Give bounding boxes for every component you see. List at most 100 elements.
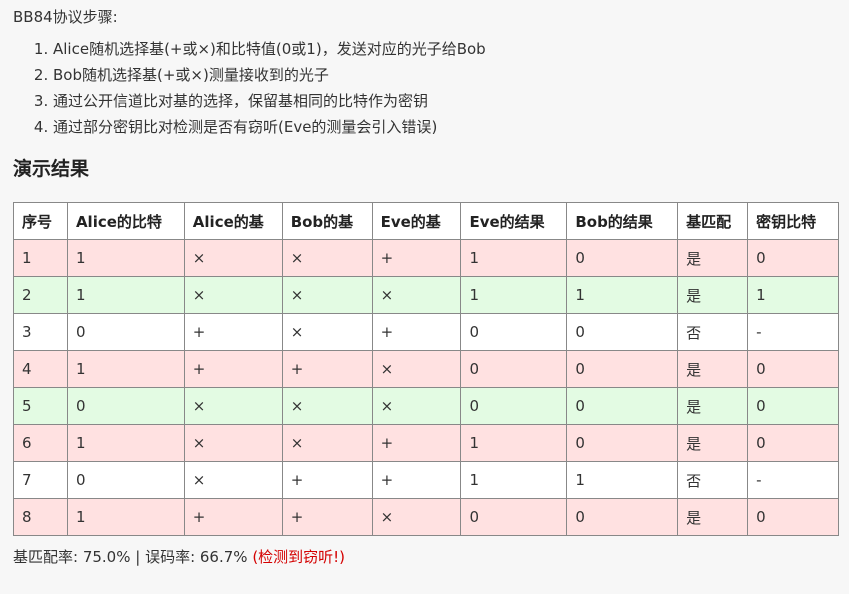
table-cell: × xyxy=(371,498,462,536)
table-cell: × xyxy=(281,276,373,314)
table-cell: 0 xyxy=(66,387,185,425)
eavesdrop-alert: (检测到窃听!) xyxy=(252,548,346,566)
header-cell: Alice的基 xyxy=(183,202,283,240)
table-cell: × xyxy=(183,424,283,462)
table-cell: + xyxy=(183,350,283,388)
table-cell: 0 xyxy=(566,239,679,277)
header-cell: 基匹配 xyxy=(677,202,749,240)
table-cell: + xyxy=(281,498,373,536)
table-header: 序号 Alice的比特 Alice的基 Bob的基 Eve的基 Eve的结果 B… xyxy=(13,202,839,240)
header-cell: 密钥比特 xyxy=(747,202,839,240)
table-cell: 1 xyxy=(566,276,679,314)
step-item: Alice随机选择基(+或×)和比特值(0或1)，发送对应的光子给Bob xyxy=(53,36,849,62)
table-row: 3 0 + × +0 0 否 - xyxy=(13,313,839,351)
table-cell: 0 xyxy=(566,387,679,425)
header-cell: Eve的结果 xyxy=(460,202,568,240)
summary-text: 基匹配率: 75.0% | 误码率: 66.7% xyxy=(13,548,253,566)
table-cell: × xyxy=(371,276,462,314)
table-cell: - xyxy=(747,461,839,499)
table-cell: + xyxy=(371,313,462,351)
table-cell: 是 xyxy=(677,498,749,536)
table-cell: 1 xyxy=(460,276,568,314)
table-cell: 0 xyxy=(460,498,568,536)
table-cell: × xyxy=(183,239,283,277)
table-cell: 0 xyxy=(460,313,568,351)
table-cell: × xyxy=(183,276,283,314)
table-cell: 1 xyxy=(66,498,185,536)
table-row: 7 0 × + +1 1 否 - xyxy=(13,461,839,499)
table-cell: 0 xyxy=(747,239,839,277)
table-cell: × xyxy=(371,387,462,425)
table-cell: 0 xyxy=(460,387,568,425)
table-cell: × xyxy=(183,461,283,499)
table-cell: × xyxy=(281,424,373,462)
table-cell: 6 xyxy=(13,424,68,462)
table-cell: 1 xyxy=(747,276,839,314)
table-cell: 0 xyxy=(66,461,185,499)
table-cell: 0 xyxy=(566,313,679,351)
table-cell: 0 xyxy=(66,313,185,351)
table-cell: 7 xyxy=(13,461,68,499)
table-cell: + xyxy=(281,350,373,388)
header-cell: Bob的基 xyxy=(281,202,373,240)
table-cell: 0 xyxy=(747,498,839,536)
table-body: 1 1 × × +1 0 是 0 2 1 × × × 1 1 是 1 3 0 + × +0 0 否 -4 1 + + × 0 0 是 0 5 0 × ×… xyxy=(13,239,839,536)
table-cell: 0 xyxy=(747,424,839,462)
table-cell: - xyxy=(747,313,839,351)
table-cell: + xyxy=(281,461,373,499)
table-cell: + xyxy=(183,498,283,536)
table-cell: 是 xyxy=(677,276,749,314)
table-row: 4 1 + + × 0 0 是 0 xyxy=(13,350,839,388)
table-cell: × xyxy=(281,239,373,277)
table-row: 2 1 × × × 1 1 是 1 xyxy=(13,276,839,314)
table-cell: 8 xyxy=(13,498,68,536)
step-item: 通过部分密钥比对检测是否有窃听(Eve的测量会引入错误) xyxy=(53,114,849,140)
header-cell: Eve的基 xyxy=(371,202,462,240)
table-cell: 2 xyxy=(13,276,68,314)
table-cell: 1 xyxy=(66,424,185,462)
table-cell: 是 xyxy=(677,424,749,462)
table-cell: 5 xyxy=(13,387,68,425)
table-cell: 是 xyxy=(677,350,749,388)
table-cell: × xyxy=(281,313,373,351)
table-cell: 3 xyxy=(13,313,68,351)
table-cell: + xyxy=(371,461,462,499)
table-cell: 0 xyxy=(566,498,679,536)
header-cell: Alice的比特 xyxy=(66,202,185,240)
table-cell: 0 xyxy=(566,350,679,388)
table-row: 8 1 + + × 0 0 是 0 xyxy=(13,498,839,536)
steps-list: Alice随机选择基(+或×)和比特值(0或1)，发送对应的光子给Bob Bob… xyxy=(13,36,849,140)
table-cell: + xyxy=(183,313,283,351)
table-cell: + xyxy=(371,239,462,277)
table-cell: 否 xyxy=(677,461,749,499)
table-cell: 1 xyxy=(13,239,68,277)
step-item: 通过公开信道比对基的选择，保留基相同的比特作为密钥 xyxy=(53,88,849,114)
table-cell: 否 xyxy=(677,313,749,351)
table-cell: 是 xyxy=(677,387,749,425)
summary-line: 基匹配率: 75.0% | 误码率: 66.7% (检测到窃听!) xyxy=(13,546,849,568)
intro-text: BB84协议步骤: xyxy=(13,8,118,26)
table-cell: 1 xyxy=(66,350,185,388)
table-cell: × xyxy=(183,387,283,425)
table-cell: 是 xyxy=(677,239,749,277)
table-cell: 1 xyxy=(460,239,568,277)
table-cell: 1 xyxy=(460,424,568,462)
table-row: 5 0 × × × 0 0 是 0 xyxy=(13,387,839,425)
table-cell: × xyxy=(371,350,462,388)
section-title: 演示结果 xyxy=(13,158,90,180)
table-row: 1 1 × × +1 0 是 0 xyxy=(13,239,839,277)
header-row: 序号 Alice的比特 Alice的基 Bob的基 Eve的基 Eve的结果 B… xyxy=(13,202,839,240)
table-cell: 4 xyxy=(13,350,68,388)
table-cell: + xyxy=(371,424,462,462)
table-cell: 0 xyxy=(747,387,839,425)
table-cell: 1 xyxy=(66,239,185,277)
bb84-document: BB84协议步骤: Alice随机选择基(+或×)和比特值(0或1)，发送对应的… xyxy=(0,0,849,568)
table-cell: 0 xyxy=(566,424,679,462)
table-cell: × xyxy=(281,387,373,425)
table-cell: 1 xyxy=(460,461,568,499)
table-cell: 0 xyxy=(747,350,839,388)
table-row: 6 1 × × +1 0 是 0 xyxy=(13,424,839,462)
table-cell: 1 xyxy=(66,276,185,314)
header-cell: 序号 xyxy=(13,202,68,240)
table-cell: 0 xyxy=(460,350,568,388)
